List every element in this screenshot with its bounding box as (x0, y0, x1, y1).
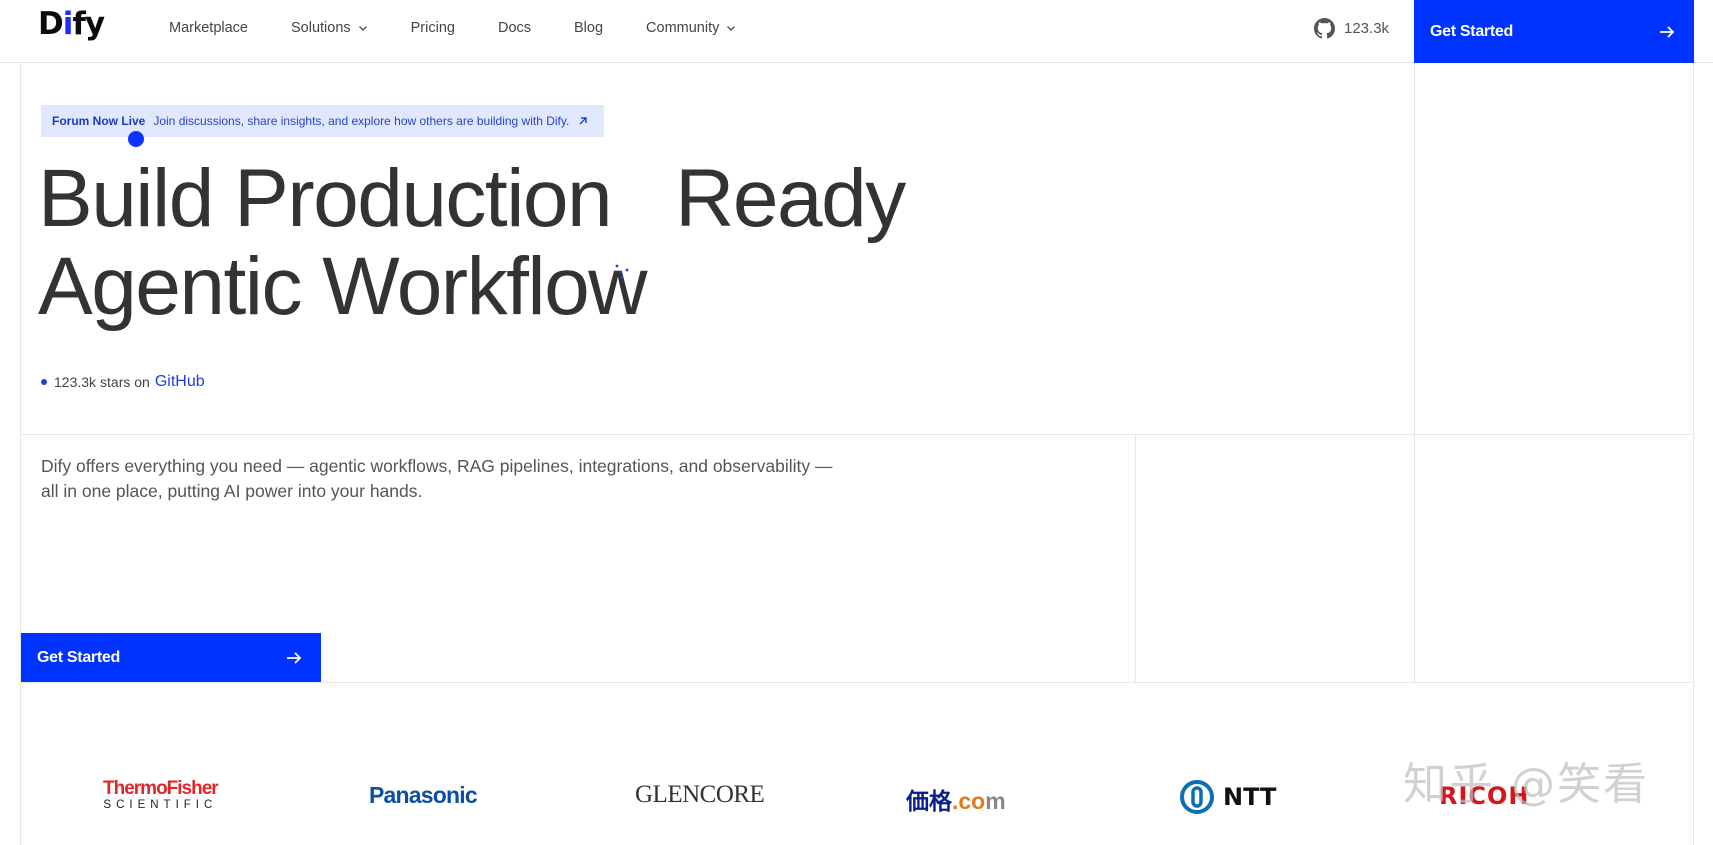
top-nav: Dify Marketplace Solutions Pricing Docs … (0, 0, 1713, 63)
hero-description: Dify offers everything you need — agenti… (41, 456, 833, 501)
hero-headline: Build Production Ready Agentic Workflow (38, 153, 906, 332)
thermofisher-logo: ThermoFisher SCIENTIFIC (103, 778, 219, 812)
nav-link-label: Community (646, 20, 720, 36)
cta-label: Get Started (37, 648, 120, 666)
nav-link-docs[interactable]: Docs (498, 20, 531, 36)
nav-link-label: Docs (497, 20, 532, 36)
github-stars-link[interactable]: 123.3k (1314, 18, 1389, 39)
grid-line (20, 434, 1694, 435)
nav-link-label: Blog (574, 20, 604, 36)
glencore-logo: GLENCORE (635, 781, 765, 808)
stars-text: stars on (100, 374, 150, 390)
stars-count: 123.3k (54, 374, 97, 390)
headline-line2: Agentic Workflow (38, 241, 647, 332)
chevron-down-icon (358, 26, 367, 31)
headline-part2: Ready (675, 153, 906, 244)
grid-line (20, 63, 21, 845)
nav-link-pricing[interactable]: Pricing (411, 20, 455, 36)
grid-line (1135, 434, 1136, 682)
nav-link-blog[interactable]: Blog (574, 20, 603, 36)
logo-prefix: D (38, 6, 64, 42)
bullet-dot (41, 379, 47, 385)
ntt-wordmark: NTT (1223, 783, 1277, 811)
arrow-right-icon (287, 651, 302, 664)
arrow-up-right-icon (579, 117, 588, 125)
thermofisher-subtitle: SCIENTIFIC (103, 799, 218, 811)
kakaku-domain: .co (952, 788, 986, 814)
kakaku-wordmark: 価格 (906, 788, 952, 814)
github-link[interactable]: GitHub (155, 373, 205, 391)
announcement-badge: Forum Now Live (52, 114, 146, 128)
dify-logo[interactable]: Dify (38, 6, 105, 42)
nav-links: Marketplace Solutions Pricing Docs Blog … (169, 0, 779, 56)
panasonic-logo: Panasonic (369, 782, 478, 808)
cta-label: Get Started (1430, 22, 1513, 40)
nav-link-solutions[interactable]: Solutions (291, 20, 368, 36)
nav-link-community[interactable]: Community (646, 20, 736, 36)
hero-get-started-button[interactable]: Get Started (21, 633, 321, 682)
nav-get-started-button[interactable]: Get Started (1414, 0, 1694, 63)
headline-part1: Build Production (38, 153, 613, 244)
ntt-mark-icon (1180, 780, 1214, 814)
kakaku-domain-end: m (985, 788, 1006, 814)
nav-link-label: Solutions (290, 20, 351, 36)
grid-line (20, 682, 1694, 683)
github-icon (1314, 18, 1335, 39)
cursor-dot (128, 131, 144, 147)
chevron-down-icon (727, 26, 736, 31)
grid-line (1693, 63, 1694, 845)
logo-suffix: fy (72, 6, 105, 42)
nav-link-marketplace[interactable]: Marketplace (169, 20, 248, 36)
arrow-right-icon (1660, 25, 1675, 38)
thermofisher-wordmark: ThermoFisher (103, 778, 219, 799)
watermark: 知乎 @笑看 (1403, 759, 1649, 810)
github-star-count: 123.3k (1344, 20, 1390, 37)
forum-announcement-banner[interactable]: Forum Now Live Join discussions, share i… (41, 105, 604, 137)
nav-link-label: Marketplace (169, 20, 248, 36)
kakaku-logo: 価格.com (906, 782, 1006, 816)
nav-link-label: Pricing (410, 20, 455, 36)
logo-accent: i (62, 6, 74, 42)
github-stars-line: 123.3k stars on GitHub (41, 373, 205, 391)
announcement-text: Join discussions, share insights, and ex… (153, 114, 570, 128)
sparkle-icon (615, 264, 629, 279)
grid-line (1414, 63, 1415, 682)
ntt-logo: NTT (1179, 779, 1276, 815)
